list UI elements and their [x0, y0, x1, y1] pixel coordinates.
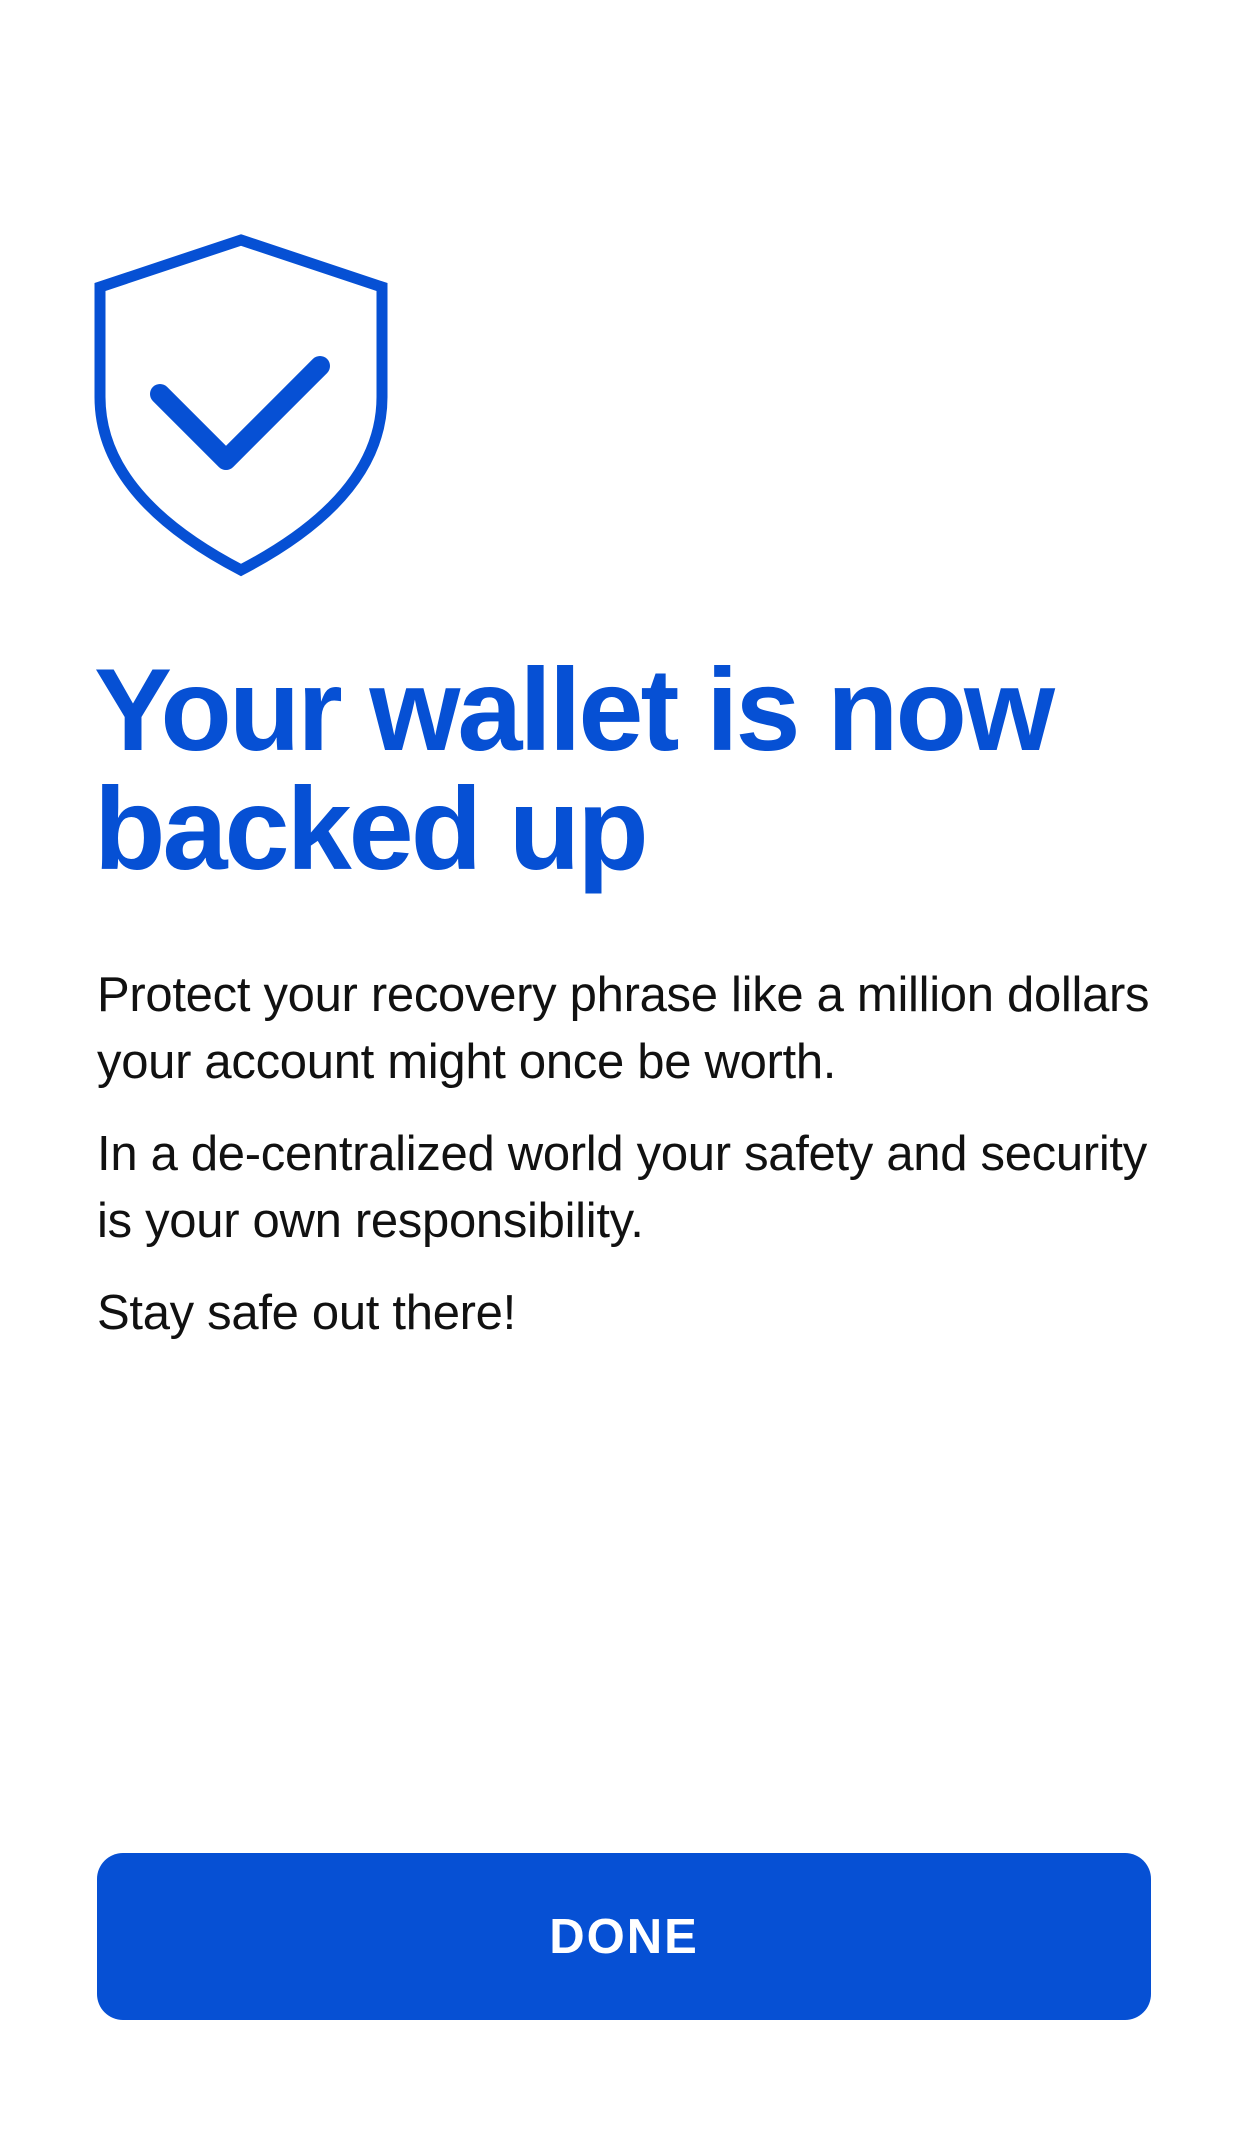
responsibility-paragraph: In a de-centralized world your safety an…: [97, 1127, 1147, 1248]
page-title-line-1: Your wallet is now: [94, 644, 1055, 775]
body-text: Protect your recovery phrase like a mill…: [97, 962, 1177, 1372]
protect-phrase-paragraph: Protect your recovery phrase like a mill…: [97, 968, 1150, 1089]
page-title-line-2: backed up: [94, 763, 649, 894]
done-button[interactable]: DONE: [97, 1853, 1151, 2020]
shield-check-icon: [92, 232, 392, 578]
stay-safe-paragraph: Stay safe out there!: [97, 1286, 516, 1340]
page-title: Your wallet is now backed up: [94, 650, 1194, 888]
